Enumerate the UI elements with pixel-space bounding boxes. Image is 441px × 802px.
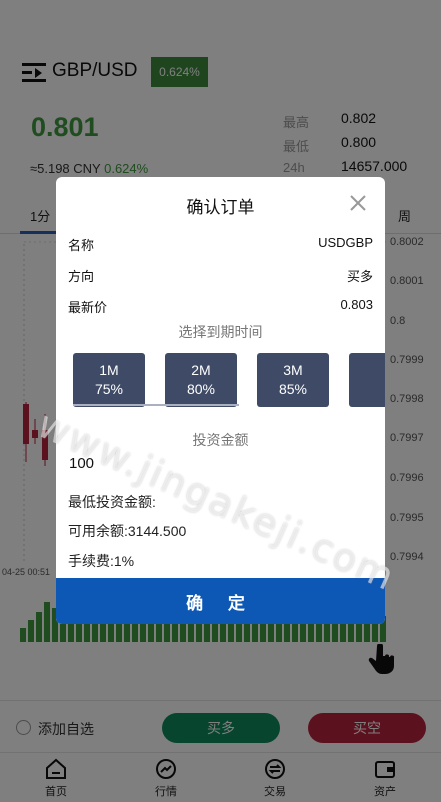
row-label: 方向: [68, 269, 95, 284]
period-rate: 80%: [186, 381, 216, 397]
expiry-options: 1M 75% 2M 80% 3M 85%: [73, 353, 385, 409]
row-value: 买多: [346, 269, 373, 284]
confirm-button[interactable]: 确 定: [56, 578, 385, 624]
scroll-indicator: [73, 404, 239, 406]
dialog-title: 确认订单: [186, 198, 255, 217]
period-rate: 85%: [278, 381, 308, 397]
expiry-label: 选择到期时间: [178, 324, 263, 340]
period-time: 3M: [283, 362, 303, 378]
fee-text: 手续费:1%: [68, 553, 135, 569]
balance-text: 可用余额:3144.500: [68, 523, 187, 539]
period-option-2m[interactable]: 2M 80%: [165, 353, 237, 407]
row-latest-price: 最新价 0.803: [68, 297, 373, 317]
min-invest-text: 最低投资金额:: [68, 494, 156, 510]
period-time: 1M: [99, 362, 119, 378]
close-icon[interactable]: [348, 193, 368, 213]
period-option-3m[interactable]: 3M 85%: [257, 353, 329, 407]
period-time: 2M: [191, 362, 211, 378]
period-rate: 75%: [94, 381, 124, 397]
row-direction: 方向 买多: [68, 266, 373, 286]
period-option-more[interactable]: [349, 353, 385, 407]
row-value: USDGBP: [318, 235, 373, 250]
row-label: 名称: [68, 238, 95, 253]
period-option-1m[interactable]: 1M 75%: [73, 353, 145, 407]
row-name: 名称 USDGBP: [68, 235, 373, 255]
row-value: 0.803: [340, 297, 373, 312]
amount-label: 投资金额: [192, 432, 249, 448]
confirm-order-dialog: 确认订单 名称 USDGBP 方向 买多 最新价 0.803 选择到期时间 1M…: [56, 177, 385, 624]
amount-input[interactable]: 100: [69, 455, 94, 472]
row-label: 最新价: [68, 300, 108, 315]
